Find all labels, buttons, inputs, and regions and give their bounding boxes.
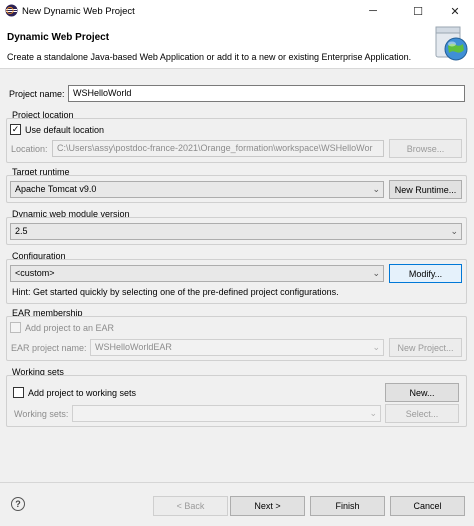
wizard-description: Create a standalone Java-based Web Appli… — [7, 52, 412, 62]
new-runtime-button[interactable]: New Runtime... — [389, 180, 462, 199]
modify-button[interactable]: Modify... — [389, 264, 462, 283]
cancel-button[interactable]: Cancel — [390, 496, 465, 516]
configuration-hint: Hint: Get started quickly by selecting o… — [12, 287, 339, 297]
chevron-down-icon: ⌄ — [450, 226, 458, 236]
checkmark-icon: ✓ — [11, 124, 20, 134]
ear-project-name-select[interactable]: WSHelloWorldEAR ⌄ — [90, 339, 384, 356]
chevron-down-icon: ⌄ — [372, 268, 380, 278]
target-runtime-value: Apache Tomcat v9.0 — [15, 184, 97, 194]
back-button[interactable]: < Back — [153, 496, 228, 516]
configuration-select[interactable]: <custom> ⌄ — [10, 265, 384, 282]
new-working-set-button[interactable]: New... — [385, 383, 459, 402]
web-project-globe-icon — [435, 26, 468, 61]
maximize-button[interactable]: ☐ — [403, 2, 433, 20]
add-to-working-sets-checkbox[interactable] — [13, 387, 24, 398]
new-ear-project-button[interactable]: New Project... — [389, 338, 462, 357]
browse-button[interactable]: Browse... — [389, 139, 462, 158]
chevron-down-icon: ⌄ — [369, 408, 377, 418]
help-icon[interactable]: ? — [11, 497, 25, 511]
select-working-sets-button[interactable]: Select... — [385, 404, 459, 423]
chevron-down-icon: ⌄ — [372, 342, 380, 352]
ear-project-name-value: WSHelloWorldEAR — [95, 342, 172, 352]
module-version-select[interactable]: 2.5 ⌄ — [10, 223, 462, 240]
use-default-location-label: Use default location — [25, 125, 105, 135]
project-name-label: Project name: — [9, 89, 65, 99]
target-runtime-select[interactable]: Apache Tomcat v9.0 ⌄ — [10, 181, 384, 198]
module-version-value: 2.5 — [15, 226, 28, 236]
next-button[interactable]: Next > — [230, 496, 305, 516]
close-button[interactable]: ✕ — [440, 2, 470, 20]
add-to-working-sets-label: Add project to working sets — [28, 388, 137, 398]
add-to-ear-checkbox[interactable] — [10, 322, 21, 333]
window-title: New Dynamic Web Project — [22, 6, 135, 17]
minimize-button[interactable]: ─ — [358, 2, 388, 20]
eclipse-icon — [5, 4, 18, 17]
finish-button[interactable]: Finish — [310, 496, 385, 516]
chevron-down-icon: ⌄ — [372, 184, 380, 194]
working-sets-select[interactable]: ⌄ — [72, 405, 381, 422]
use-default-location-checkbox[interactable]: ✓ — [10, 124, 21, 135]
add-to-ear-label: Add project to an EAR — [25, 323, 115, 333]
project-name-input[interactable]: WSHelloWorld — [68, 85, 465, 102]
location-input[interactable]: C:\Users\assy\postdoc-france-2021\Orange… — [52, 140, 384, 157]
working-sets-label: Working sets: — [14, 409, 69, 419]
configuration-value: <custom> — [15, 268, 55, 278]
ear-project-name-label: EAR project name: — [11, 343, 87, 353]
location-label: Location: — [11, 144, 48, 154]
wizard-title: Dynamic Web Project — [7, 32, 110, 43]
